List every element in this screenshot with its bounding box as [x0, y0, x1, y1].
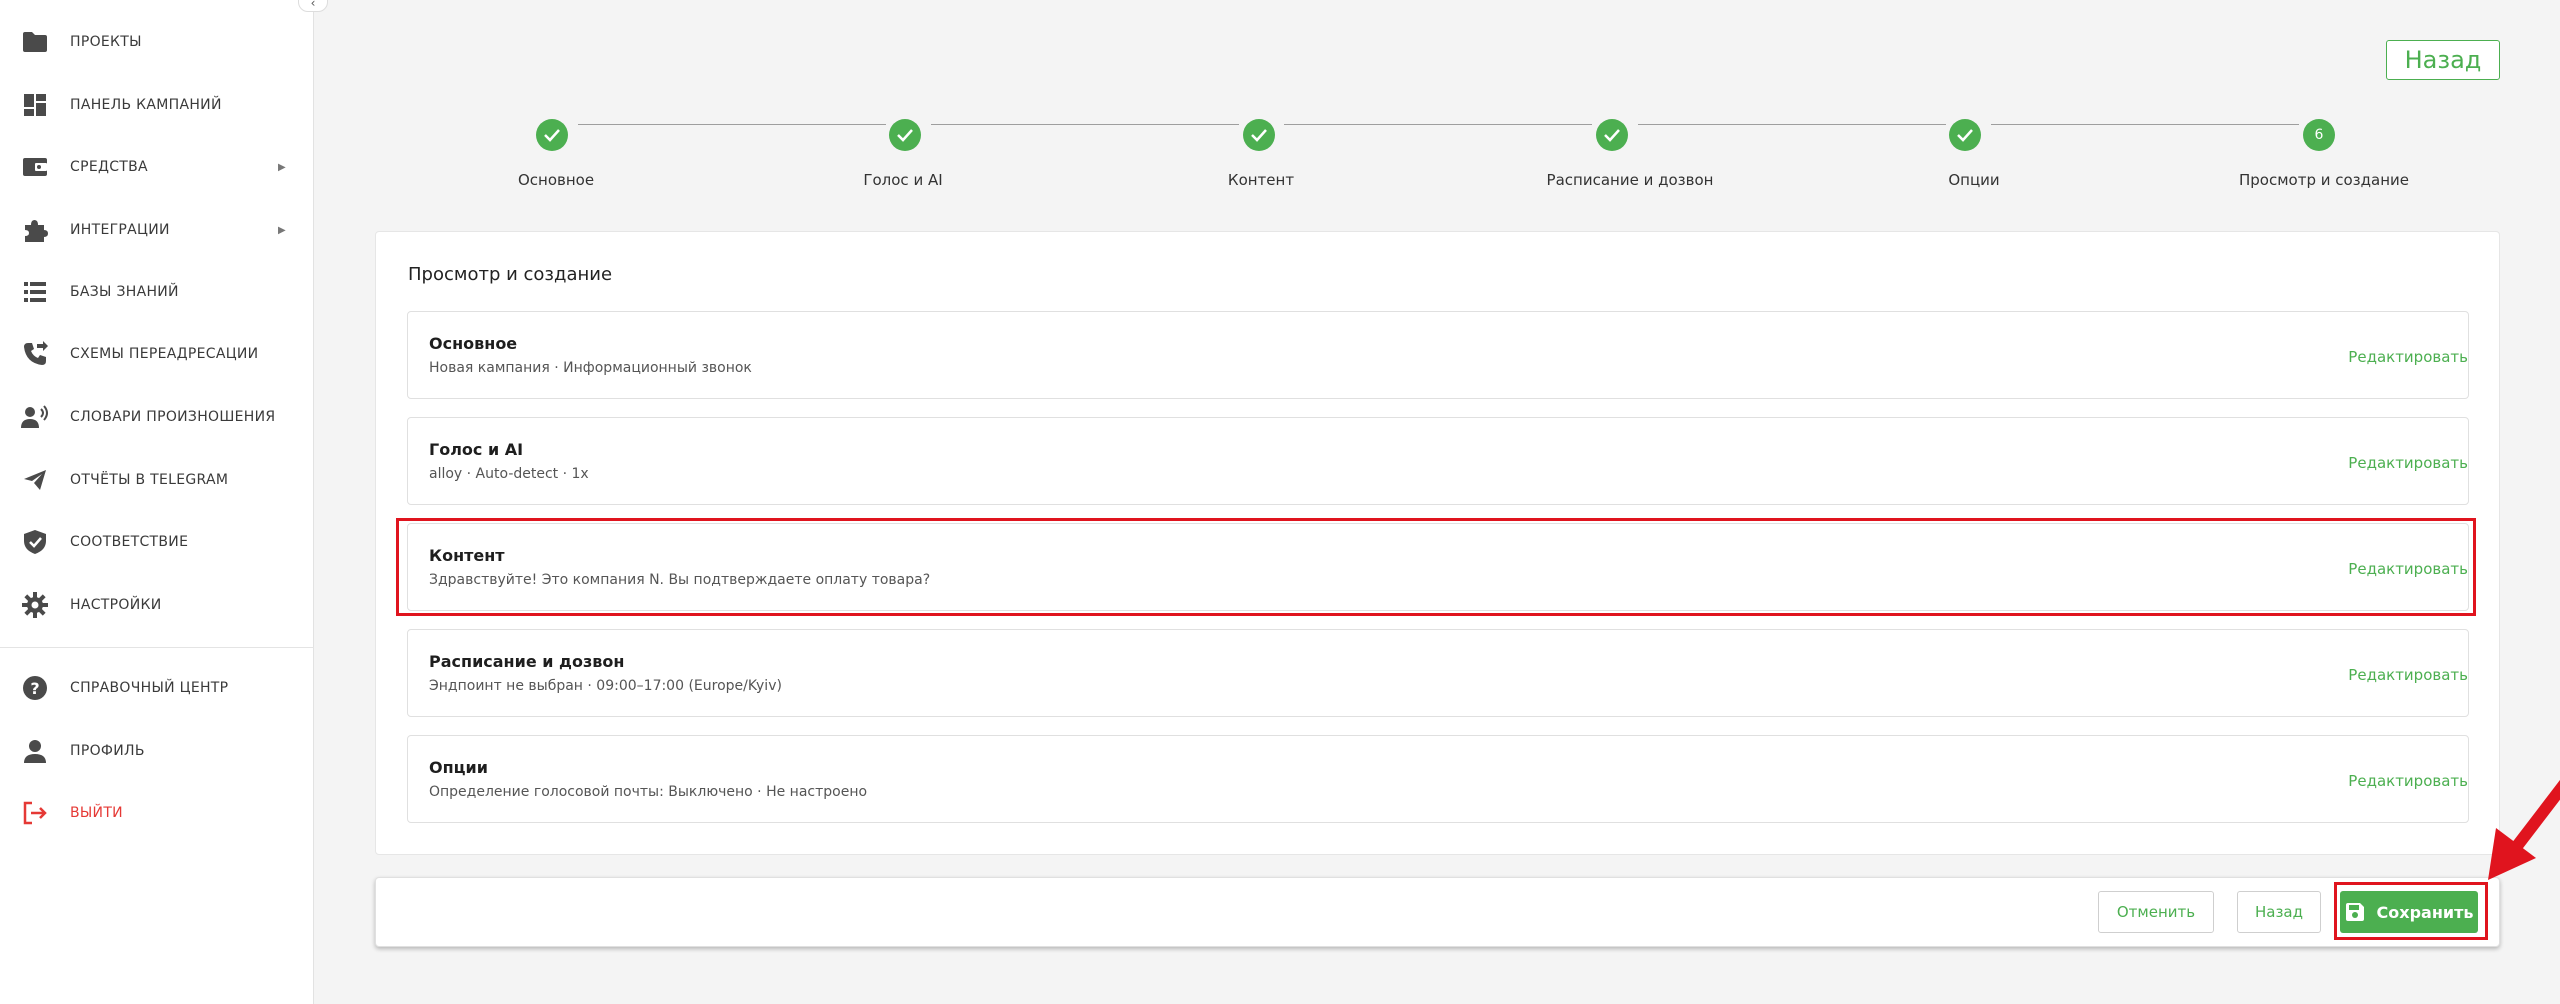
sidebar-item-integrations[interactable]: ИНТЕГРАЦИИ ▶ — [0, 210, 314, 250]
caret-right-icon: ▶ — [278, 224, 286, 236]
phone-forward-icon — [20, 339, 50, 369]
step-label: Просмотр и создание — [2238, 171, 2410, 189]
gear-icon — [20, 590, 50, 620]
step-label: Опции — [1948, 171, 2000, 189]
sidebar-item-label: НАСТРОЙКИ — [70, 597, 162, 613]
logout-icon — [20, 798, 50, 828]
sidebar-item-label: ПРОФИЛЬ — [70, 743, 145, 759]
puzzle-icon — [20, 215, 50, 245]
step-connector — [1638, 124, 1946, 125]
sidebar-item-projects[interactable]: ПРОЕКТЫ — [0, 22, 314, 62]
sidebar-item-help-center[interactable]: ? СПРАВОЧНЫЙ ЦЕНТР — [0, 668, 314, 708]
help-icon: ? — [20, 673, 50, 703]
step-label: Расписание и дозвон — [1546, 171, 1714, 189]
dashboard-icon — [20, 90, 50, 120]
section-title: Основное — [429, 334, 518, 353]
section-summary: Определение голосовой почты: Выключено ·… — [429, 784, 868, 800]
edit-link-voice-ai[interactable]: Редактировать — [2348, 454, 2468, 472]
review-section-basics: Основное Новая кампания · Информационный… — [407, 311, 2469, 399]
list-icon — [20, 277, 50, 307]
sidebar-item-settings[interactable]: НАСТРОЙКИ — [0, 585, 314, 625]
step-3-done[interactable] — [1243, 119, 1275, 151]
sidebar-item-label: СПРАВОЧНЫЙ ЦЕНТР — [70, 680, 229, 696]
check-icon — [1957, 129, 1973, 142]
page-title: Просмотр и создание — [408, 264, 613, 285]
check-icon — [1604, 129, 1620, 142]
review-section-schedule: Расписание и дозвон Эндпоинт не выбран ·… — [407, 629, 2469, 717]
section-summary: Эндпоинт не выбран · 09:00–17:00 (Europe… — [429, 678, 782, 694]
caret-right-icon: ▶ — [278, 161, 286, 173]
check-icon — [1251, 129, 1267, 142]
edit-link-schedule[interactable]: Редактировать — [2348, 666, 2468, 684]
chevron-left-icon: ‹ — [310, 0, 316, 10]
sidebar-item-campaign-panel[interactable]: ПАНЕЛЬ КАМПАНИЙ — [0, 85, 314, 125]
sidebar-item-label: СХЕМЫ ПЕРЕАДРЕСАЦИИ — [70, 346, 259, 362]
sidebar-item-label: ВЫЙТИ — [70, 805, 123, 821]
sidebar-item-label: СЛОВАРИ ПРОИЗНОШЕНИЯ — [70, 409, 276, 425]
sidebar-item-label: ПРОЕКТЫ — [70, 34, 142, 50]
sidebar-item-knowledge-bases[interactable]: БАЗЫ ЗНАНИЙ — [0, 272, 314, 312]
review-section-voice-ai: Голос и AI alloy · Auto-detect · 1x Реда… — [407, 417, 2469, 505]
step-2-done[interactable] — [889, 119, 921, 151]
sidebar-item-pronunciation-dictionaries[interactable]: СЛОВАРИ ПРОИЗНОШЕНИЯ — [0, 397, 314, 437]
sidebar-item-label: СООТВЕТСТВИЕ — [70, 534, 189, 550]
step-connector — [578, 124, 886, 125]
section-title: Расписание и дозвон — [429, 652, 625, 671]
section-summary: alloy · Auto-detect · 1x — [429, 466, 589, 482]
review-section-options: Опции Определение голосовой почты: Выклю… — [407, 735, 2469, 823]
annotation-highlight-box — [2334, 882, 2488, 940]
edit-link-basics[interactable]: Редактировать — [2348, 348, 2468, 366]
sidebar-item-profile[interactable]: ПРОФИЛЬ — [0, 731, 314, 771]
back-button[interactable]: Назад — [2237, 891, 2321, 933]
sidebar: ‹ ПРОЕКТЫ ПАНЕЛЬ КАМПАНИЙ СРЕДСТВА ▶ ИНТ… — [0, 0, 328, 1004]
svg-text:?: ? — [30, 679, 39, 698]
annotation-highlight-box — [396, 518, 2476, 616]
sidebar-item-label: СРЕДСТВА — [70, 159, 148, 175]
sidebar-item-compliance[interactable]: СООТВЕТСТВИЕ — [0, 522, 314, 562]
edit-link-options[interactable]: Редактировать — [2348, 772, 2468, 790]
section-summary: Новая кампания · Информационный звонок — [429, 360, 752, 376]
wallet-icon — [20, 152, 50, 182]
shield-icon — [20, 527, 50, 557]
section-title: Опции — [429, 758, 488, 777]
speaker-person-icon — [20, 402, 50, 432]
annotation-arrow-icon — [2488, 779, 2560, 880]
check-icon — [897, 129, 913, 142]
back-button-top[interactable]: Назад — [2386, 40, 2500, 80]
person-icon — [20, 736, 50, 766]
step-4-done[interactable] — [1596, 119, 1628, 151]
step-5-done[interactable] — [1949, 119, 1981, 151]
sidebar-item-forwarding-schemes[interactable]: СХЕМЫ ПЕРЕАДРЕСАЦИИ — [0, 334, 314, 374]
sidebar-collapse-button[interactable]: ‹ — [298, 0, 328, 12]
folder-icon — [20, 27, 50, 57]
sidebar-item-label: БАЗЫ ЗНАНИЙ — [70, 284, 179, 300]
sidebar-item-label: ИНТЕГРАЦИИ — [70, 222, 170, 238]
check-icon — [544, 129, 560, 142]
sidebar-divider — [0, 647, 314, 648]
step-6-current[interactable]: 6 — [2303, 119, 2335, 151]
step-connector — [1991, 124, 2299, 125]
step-label: Основное — [517, 171, 595, 189]
section-title: Голос и AI — [429, 440, 524, 459]
step-number: 6 — [2314, 127, 2324, 143]
sidebar-item-label: ПАНЕЛЬ КАМПАНИЙ — [70, 97, 222, 113]
step-connector — [931, 124, 1239, 125]
sidebar-item-logout[interactable]: ВЫЙТИ — [0, 793, 314, 833]
step-label: Голос и AI — [863, 171, 943, 189]
sidebar-item-telegram-reports[interactable]: ОТЧЁТЫ В TELEGRAM — [0, 460, 314, 500]
sidebar-item-funds[interactable]: СРЕДСТВА ▶ — [0, 147, 314, 187]
step-label: Контент — [1227, 171, 1295, 189]
cancel-button[interactable]: Отменить — [2098, 891, 2214, 933]
send-icon — [20, 465, 50, 495]
step-connector — [1284, 124, 1592, 125]
step-1-done[interactable] — [536, 119, 568, 151]
sidebar-item-label: ОТЧЁТЫ В TELEGRAM — [70, 472, 229, 488]
